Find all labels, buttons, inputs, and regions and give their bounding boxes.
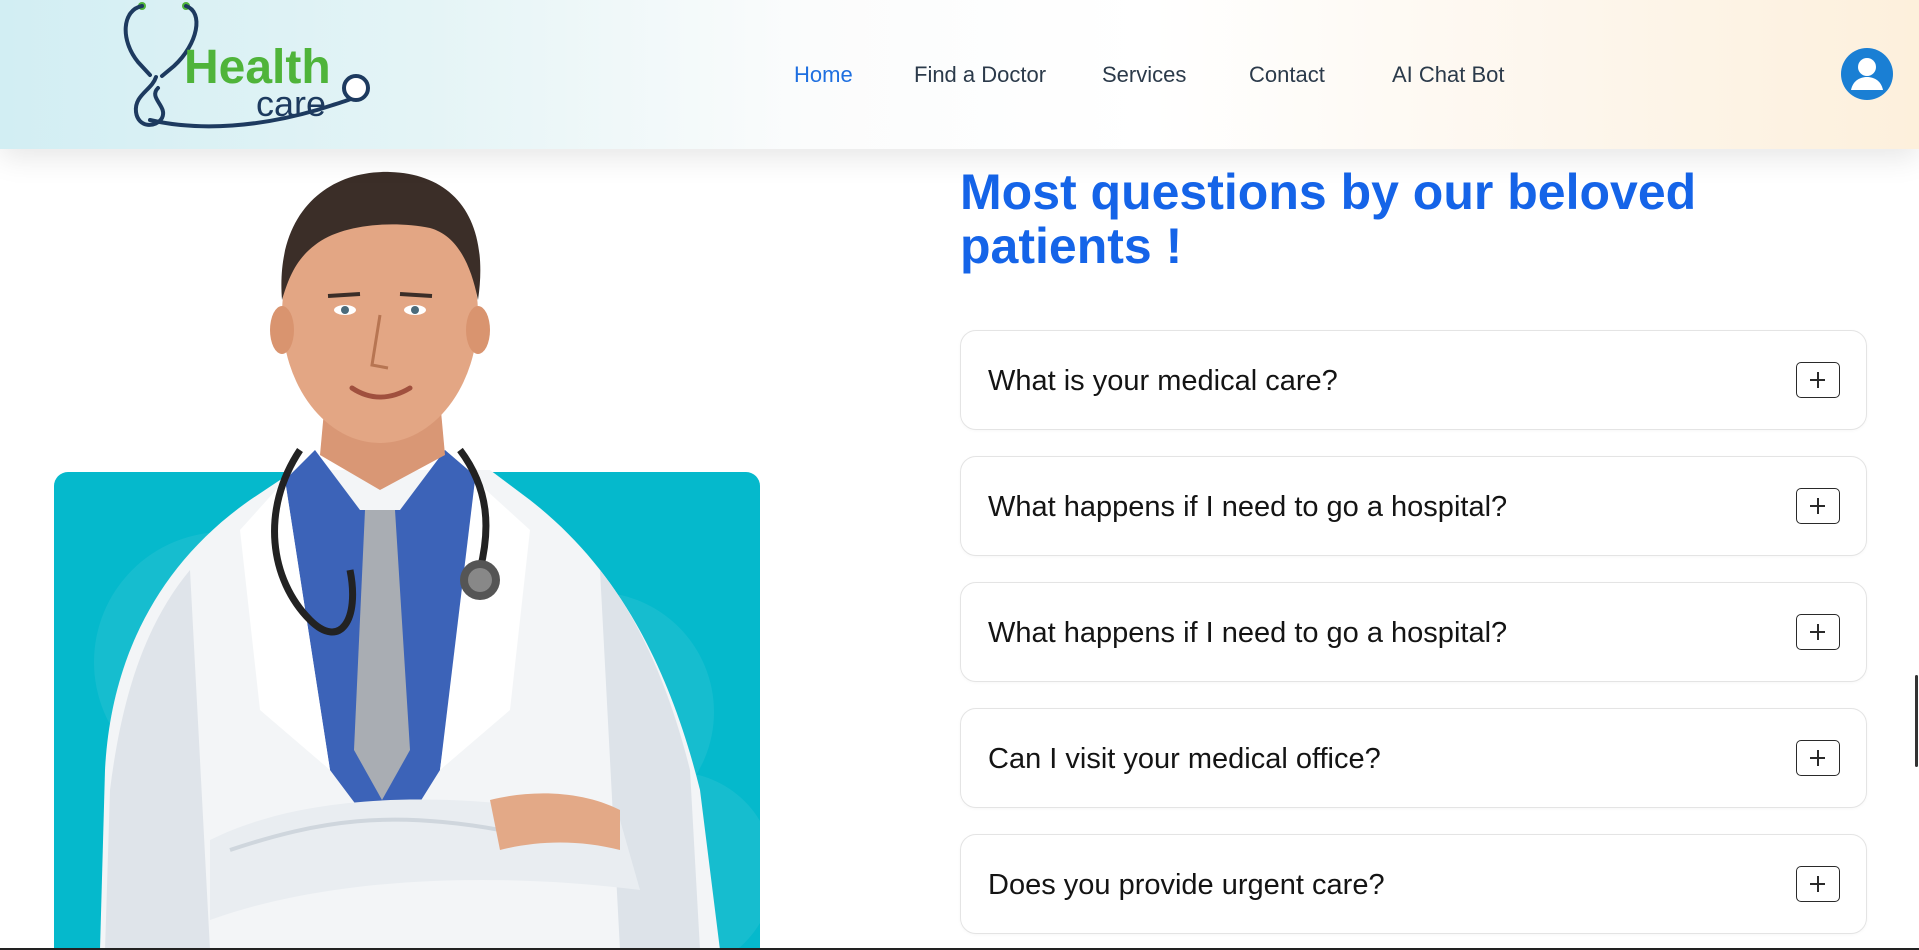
site-header: Health care Home Find a Doctor Services …: [0, 0, 1919, 149]
plus-icon[interactable]: [1796, 614, 1840, 650]
nav-find-a-doctor[interactable]: Find a Doctor: [914, 60, 1046, 90]
faq-question: What is your medical care?: [988, 365, 1338, 397]
nav-services[interactable]: Services: [1102, 60, 1186, 90]
nav-ai-chat-bot[interactable]: AI Chat Bot: [1392, 60, 1505, 90]
nav-home[interactable]: Home: [794, 60, 853, 90]
plus-icon[interactable]: [1796, 488, 1840, 524]
faq-item[interactable]: What happens if I need to go a hospital?: [960, 582, 1867, 682]
faq-item[interactable]: What happens if I need to go a hospital?: [960, 456, 1867, 556]
main-nav: Home Find a Doctor Services Contact AI C…: [0, 60, 1919, 90]
faq-item[interactable]: Does you provide urgent care?: [960, 834, 1867, 934]
faq-item[interactable]: Can I visit your medical office?: [960, 708, 1867, 808]
page-scrollbar[interactable]: [1915, 675, 1918, 767]
plus-icon[interactable]: [1796, 362, 1840, 398]
plus-icon[interactable]: [1796, 740, 1840, 776]
faq-question: Does you provide urgent care?: [988, 869, 1385, 901]
plus-icon[interactable]: [1796, 866, 1840, 902]
faq-question: What happens if I need to go a hospital?: [988, 491, 1508, 523]
faq-item[interactable]: What is your medical care?: [960, 330, 1867, 430]
faq-heading: Most questions by our beloved patients !: [960, 164, 1697, 274]
logo-text-care: care: [256, 83, 327, 124]
faq-question: What happens if I need to go a hospital?: [988, 617, 1508, 649]
faq-question: Can I visit your medical office?: [988, 743, 1381, 775]
user-icon: [1851, 58, 1883, 90]
user-avatar-button[interactable]: [1841, 48, 1893, 100]
nav-contact[interactable]: Contact: [1249, 60, 1325, 90]
doctor-image: [100, 171, 720, 950]
